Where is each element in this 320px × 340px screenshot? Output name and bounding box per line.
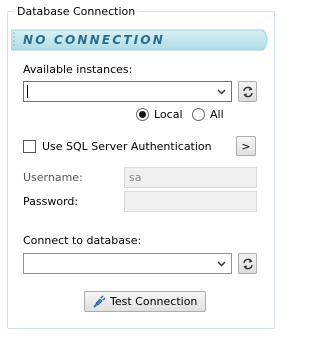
refresh-instances-button[interactable] <box>238 81 257 102</box>
chevron-down-icon <box>217 261 226 267</box>
expand-auth-button[interactable]: > <box>236 136 256 156</box>
username-label: Username: <box>23 171 83 184</box>
local-radio[interactable] <box>136 108 149 121</box>
instances-combobox[interactable] <box>23 81 232 102</box>
group-title: Database Connection <box>14 5 139 18</box>
connect-to-database-label: Connect to database: <box>23 234 142 247</box>
database-plug-icon <box>93 295 106 308</box>
all-radio-label[interactable]: All <box>210 108 224 121</box>
sql-auth-checkbox-label[interactable]: Use SQL Server Authentication <box>42 140 212 153</box>
sql-auth-checkbox[interactable] <box>23 140 36 153</box>
database-combobox[interactable] <box>23 253 232 274</box>
connection-status-banner: NO CONNECTION <box>11 29 271 51</box>
password-label: Password: <box>23 195 79 208</box>
refresh-icon <box>243 258 253 270</box>
connection-status-text: NO CONNECTION <box>23 33 166 47</box>
username-field[interactable]: sa <box>124 167 257 188</box>
test-connection-button[interactable]: Test Connection <box>84 291 206 312</box>
available-instances-label: Available instances: <box>23 63 133 76</box>
refresh-icon <box>243 86 253 98</box>
refresh-databases-button[interactable] <box>238 253 257 274</box>
password-field[interactable] <box>124 191 257 212</box>
chevron-down-icon <box>217 89 226 95</box>
local-radio-label[interactable]: Local <box>154 108 183 121</box>
test-connection-label: Test Connection <box>110 295 198 308</box>
text-caret <box>27 85 28 98</box>
all-radio[interactable] <box>192 108 205 121</box>
